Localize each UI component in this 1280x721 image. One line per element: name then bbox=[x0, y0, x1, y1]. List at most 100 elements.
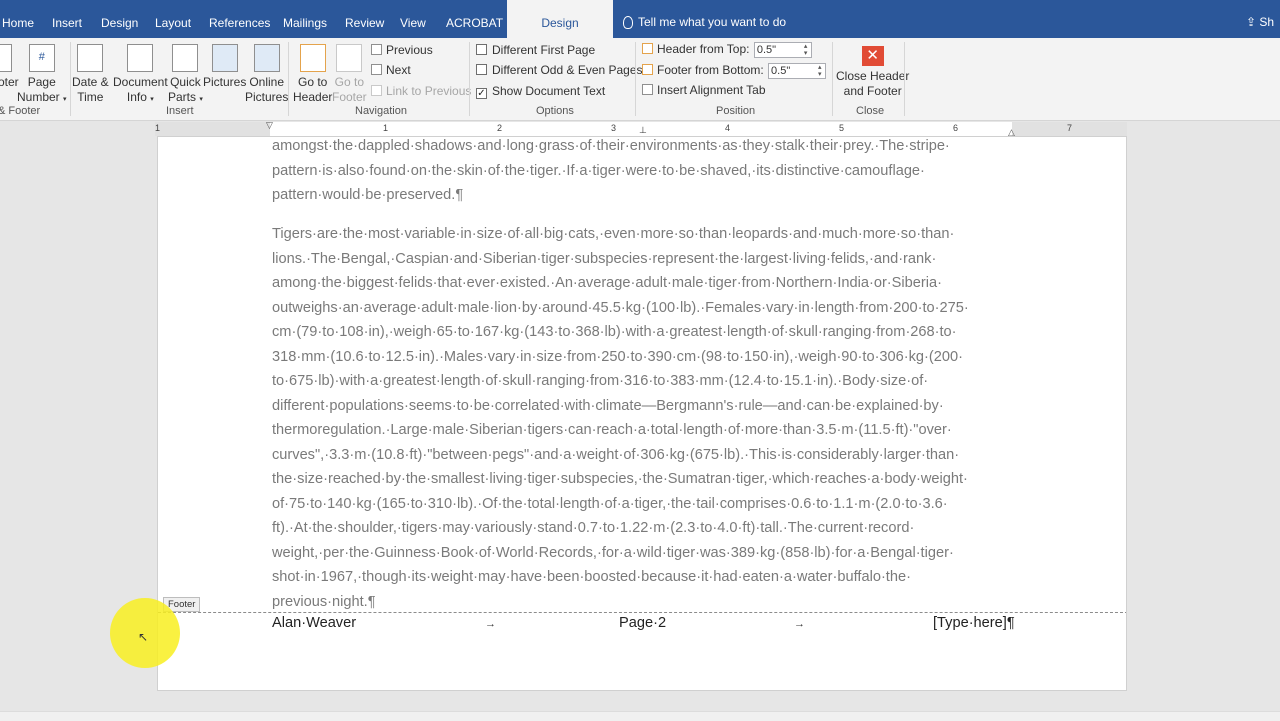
header-footer-group-label: & Footer bbox=[0, 105, 41, 117]
tab-design[interactable]: Design bbox=[101, 0, 138, 38]
group-separator bbox=[904, 42, 905, 116]
body-line: different·populations·seems·to·be·correl… bbox=[272, 397, 944, 414]
insert-alignment-tab-label: Insert Alignment Tab bbox=[657, 83, 766, 97]
go-to-footer-label-2: Footer bbox=[332, 90, 367, 104]
online-pictures-button[interactable]: Online Pictures bbox=[245, 44, 288, 105]
header-from-top-row: Header from Top: 0.5" bbox=[642, 41, 812, 58]
footer-button[interactable]: oter bbox=[0, 44, 19, 90]
different-odd-even-label: Different Odd & Even Pages bbox=[492, 63, 643, 77]
show-document-text-checkbox[interactable]: ✓ Show Document Text bbox=[476, 83, 605, 99]
footer-from-bottom-spinner[interactable]: 0.5" bbox=[768, 62, 827, 79]
body-line: the·size·reached·by·the·smallest·living·… bbox=[272, 471, 968, 487]
body-line: shot·in·1967,·though·its·weight·may·have… bbox=[272, 569, 911, 585]
header-from-top-spinner[interactable]: 0.5" bbox=[753, 41, 812, 58]
pictures-button[interactable]: Pictures bbox=[203, 44, 246, 90]
left-indent-marker-icon[interactable]: ▽ bbox=[266, 120, 273, 131]
ruler-number: 5 bbox=[839, 123, 845, 133]
share-button[interactable]: ⇪ Sh bbox=[1246, 15, 1274, 29]
close-header-footer-button[interactable]: ✕ Close Header and Footer bbox=[836, 46, 909, 99]
header-from-top-label: Header from Top: bbox=[657, 42, 750, 56]
tab-arrow-icon: → bbox=[485, 618, 496, 630]
pictures-label: Pictures bbox=[203, 75, 247, 89]
page-number-label-1: Page bbox=[27, 75, 56, 89]
ruler-number: 3 bbox=[611, 123, 617, 133]
group-separator bbox=[288, 42, 289, 116]
different-first-page-checkbox[interactable]: Different First Page bbox=[476, 42, 595, 58]
lightbulb-icon bbox=[623, 16, 633, 29]
insert-group-label: Insert bbox=[166, 105, 194, 117]
center-tab-stop-icon[interactable]: ⊥ bbox=[639, 125, 647, 136]
navigation-group-label: Navigation bbox=[355, 105, 407, 117]
go-to-header-icon bbox=[299, 44, 326, 72]
header-position-icon bbox=[642, 43, 653, 54]
previous-section-icon bbox=[371, 44, 382, 55]
footer-right-text[interactable]: [Type·here]¶ bbox=[933, 615, 1015, 631]
go-to-footer-button[interactable]: Go to Footer bbox=[332, 44, 367, 105]
tab-arrow-icon: → bbox=[794, 618, 805, 630]
group-separator bbox=[832, 42, 833, 116]
body-line: pattern·is·also·found·on·the·skin·of·the… bbox=[272, 162, 925, 179]
tab-header-footer-design[interactable]: Design bbox=[507, 0, 613, 38]
tab-insert[interactable]: Insert bbox=[52, 0, 82, 38]
quick-parts-button[interactable]: Quick Parts ▾ bbox=[168, 44, 203, 107]
checkbox-unchecked-icon bbox=[476, 64, 487, 75]
checkbox-checked-icon: ✓ bbox=[476, 88, 487, 99]
horizontal-ruler[interactable]: 1 1 2 3 4 5 6 7 ▽ ⊥ △ bbox=[155, 120, 1127, 137]
footer-doc-icon bbox=[0, 44, 12, 72]
quick-parts-icon bbox=[172, 44, 199, 72]
date-time-button[interactable]: Date & Time bbox=[72, 44, 109, 105]
tab-home[interactable]: Home bbox=[2, 0, 34, 38]
group-separator bbox=[469, 42, 470, 116]
body-line: curves",·3.3·m·(10.8·ft)·"between·pegs"·… bbox=[272, 446, 960, 463]
document-info-label-1: Document bbox=[113, 75, 168, 89]
close-icon: ✕ bbox=[861, 46, 884, 66]
close-header-footer-label-1: Close Header bbox=[836, 69, 910, 83]
tab-acrobat[interactable]: ACROBAT bbox=[446, 0, 503, 38]
body-line: weight,·per·the·Guinness·Book·of·World·R… bbox=[272, 544, 954, 561]
ruler-number: 4 bbox=[725, 123, 731, 133]
next-section-icon bbox=[371, 64, 382, 75]
tab-references[interactable]: References bbox=[209, 0, 270, 38]
document-info-button[interactable]: Document Info ▾ bbox=[113, 44, 168, 107]
ruler-number: 1 bbox=[383, 123, 389, 133]
ruler-number: 1 bbox=[155, 123, 161, 133]
calendar-icon bbox=[77, 44, 104, 72]
footer-button-label: oter bbox=[0, 75, 19, 89]
tell-me-search[interactable]: Tell me what you want to do bbox=[623, 15, 786, 29]
body-line: to·675·lb)·with·a·greatest·length·of·sku… bbox=[272, 373, 929, 389]
link-to-previous-button[interactable]: Link to Previous bbox=[371, 83, 471, 99]
document-info-label-2: Info bbox=[126, 90, 147, 104]
tab-view[interactable]: View bbox=[400, 0, 426, 38]
options-group-label: Options bbox=[536, 105, 574, 117]
body-line: previous·night.¶ bbox=[272, 593, 376, 610]
quick-parts-label-1: Quick bbox=[170, 75, 201, 89]
document-page[interactable]: amongst·the·dappled·shadows·and·long·gra… bbox=[157, 136, 1127, 691]
page-number-button[interactable]: # Page Number ▾ bbox=[17, 44, 67, 107]
link-icon bbox=[371, 85, 382, 96]
insert-alignment-tab-button[interactable]: Insert Alignment Tab bbox=[642, 82, 766, 98]
paragraph-size: Tigers·are·the·most·variable·in·size·of·… bbox=[272, 222, 969, 614]
tab-mailings[interactable]: Mailings bbox=[283, 0, 327, 38]
footer-page-number[interactable]: Page·2 bbox=[619, 615, 666, 631]
next-button[interactable]: Next bbox=[371, 62, 411, 78]
dropdown-arrow-icon: ▾ bbox=[63, 96, 67, 103]
different-first-page-label: Different First Page bbox=[492, 43, 596, 57]
body-line: outweighs·an·average·adult·male·lion·by·… bbox=[272, 299, 969, 316]
page-number-label-2: Number bbox=[17, 90, 60, 104]
previous-button[interactable]: Previous bbox=[371, 42, 433, 58]
tab-review[interactable]: Review bbox=[345, 0, 384, 38]
ruler-number: 7 bbox=[1067, 123, 1073, 133]
picture-icon bbox=[211, 44, 238, 72]
footer-left-text[interactable]: Alan·Weaver bbox=[272, 615, 356, 631]
body-line: of·75·to·140·kg·(165·to·310·lb).·Of·the·… bbox=[272, 495, 948, 512]
ribbon-tab-bar: Home Insert Design Layout References Mai… bbox=[0, 0, 1280, 38]
different-odd-even-checkbox[interactable]: Different Odd & Even Pages bbox=[476, 62, 643, 78]
show-document-text-label: Show Document Text bbox=[492, 84, 606, 98]
go-to-header-button[interactable]: Go to Header bbox=[293, 44, 332, 105]
close-group-label: Close bbox=[856, 105, 885, 117]
tab-layout[interactable]: Layout bbox=[155, 0, 191, 38]
next-label: Next bbox=[386, 63, 411, 77]
dropdown-arrow-icon: ▾ bbox=[199, 96, 203, 103]
body-line: amongst·the·dappled·shadows·and·long·gra… bbox=[272, 138, 950, 154]
footer-from-bottom-label: Footer from Bottom: bbox=[657, 63, 764, 77]
